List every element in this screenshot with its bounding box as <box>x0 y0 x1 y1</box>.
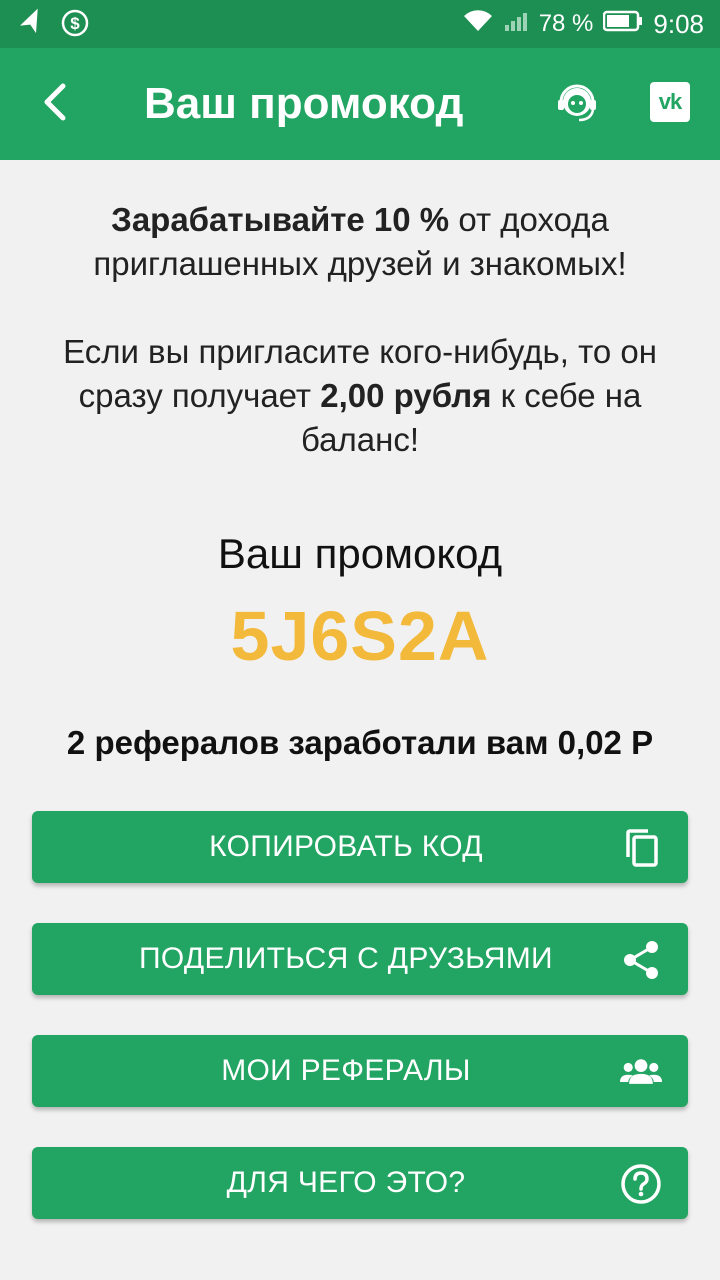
promo-code: 5J6S2A <box>230 597 490 675</box>
what-is-this-label: ДЛЯ ЧЕГО ЭТО? <box>226 1166 466 1199</box>
intro-text: Зарабатывайте 10 % от дохода приглашенны… <box>20 198 700 462</box>
copy-icon <box>620 827 662 869</box>
vk-icon: vk <box>658 89 683 114</box>
support-agent-icon <box>555 80 599 129</box>
what-is-this-button[interactable]: ДЛЯ ЧЕГО ЭТО? <box>32 1147 688 1219</box>
page-title: Ваш промокод <box>144 79 464 128</box>
referral-earnings: 2 рефералов заработали вам 0,02 Р <box>66 724 654 761</box>
battery-icon <box>603 10 643 39</box>
intro-earn-text: Зарабатывайте 10 % от дохода приглашенны… <box>20 198 700 286</box>
status-bar-right: 78 % 9:08 <box>463 0 704 48</box>
group-icon <box>620 1051 662 1093</box>
intro-invite-bonus: 2,00 рубля <box>320 377 492 414</box>
back-arrow-icon <box>39 82 69 127</box>
my-referrals-label: МОИ РЕФЕРАЛЫ <box>221 1054 471 1087</box>
copy-code-button[interactable]: КОПИРОВАТЬ КОД <box>32 811 688 883</box>
status-bar: $ 78 % 9:08 <box>0 0 720 48</box>
promo-label: Ваш промокод <box>217 530 503 577</box>
copy-code-label: КОПИРОВАТЬ КОД <box>209 830 483 863</box>
signal-icon <box>503 9 529 40</box>
svg-text:$: $ <box>70 14 80 33</box>
clock: 9:08 <box>653 8 704 39</box>
back-button[interactable] <box>24 76 84 132</box>
battery-percent: 78 % <box>538 10 594 37</box>
app-bar: Ваш промокод vk <box>0 48 720 160</box>
wifi-icon <box>463 9 493 40</box>
share-friends-label: ПОДЕЛИТЬСЯ С ДРУЗЬЯМИ <box>139 942 553 975</box>
navigation-icon <box>16 8 46 43</box>
share-friends-button[interactable]: ПОДЕЛИТЬСЯ С ДРУЗЬЯМИ <box>32 923 688 995</box>
help-icon <box>620 1163 662 1205</box>
dollar-icon: $ <box>60 8 90 43</box>
my-referrals-button[interactable]: МОИ РЕФЕРАЛЫ <box>32 1035 688 1107</box>
share-icon <box>620 939 662 981</box>
vk-button[interactable]: vk <box>650 82 690 122</box>
intro-invite-text: Если вы пригласите кого-нибудь, то он ср… <box>20 330 700 462</box>
support-button[interactable] <box>548 76 606 132</box>
status-bar-left: $ <box>16 8 90 43</box>
intro-earn-highlight: Зарабатывайте 10 % <box>111 201 450 238</box>
